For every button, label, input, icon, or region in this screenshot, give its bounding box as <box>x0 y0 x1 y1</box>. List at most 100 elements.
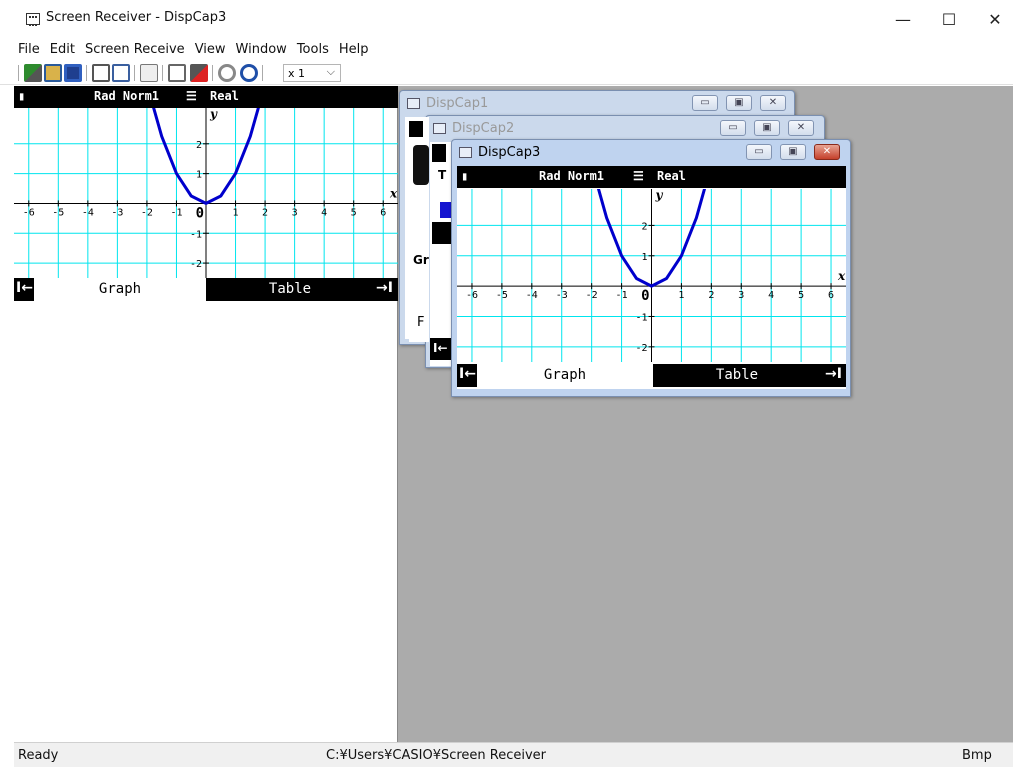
child-maximize-button[interactable]: ▣ <box>726 95 752 111</box>
x-tick-label: -1 <box>616 290 628 301</box>
child-client: ▮ Rad Norm1 ☰ Real -6 -5 -4 -3 -2 -1 1 2 3 4 5 6 -2-… <box>457 166 846 389</box>
copy-icon[interactable] <box>140 64 158 82</box>
window-icon <box>407 98 420 109</box>
tab-table[interactable]: Table <box>206 278 374 301</box>
menu-file[interactable]: File <box>18 42 40 57</box>
graph-area: -6 -5 -4 -3 -2 -1 1 2 3 4 5 6 -2 -1 1 2 0 x y <box>457 166 846 362</box>
child-minimize-button[interactable]: ▭ <box>746 144 772 160</box>
menu-view[interactable]: View <box>195 42 226 57</box>
capture-icon[interactable] <box>168 64 186 82</box>
zoom-select[interactable]: x 1 ⌵ <box>283 64 341 82</box>
child-close-button[interactable]: ✕ <box>814 144 840 160</box>
close-button[interactable]: ✕ <box>972 4 1013 34</box>
x-tick-label: 5 <box>798 290 804 301</box>
calc-mode: Rad Norm1 <box>539 169 605 183</box>
child-window-title: DispCap1 <box>426 96 489 111</box>
toolbar: x 1 ⌵ <box>0 61 1013 85</box>
child-window-dispcap3[interactable]: DispCap3 ▭ ▣ ✕ ▮ Rad Norm1 ☰ Real -6 -5 -4… <box>451 139 851 397</box>
menu-window[interactable]: Window <box>236 42 287 57</box>
calc-mode: Rad Norm1 <box>94 89 160 103</box>
number-mode: Real <box>657 169 686 183</box>
battery-icon <box>432 144 446 162</box>
input-mode-icon: ☰ <box>186 89 197 103</box>
y-axis-label: y <box>655 189 664 202</box>
battery-icon <box>409 121 423 137</box>
child-minimize-button[interactable]: ▭ <box>720 120 746 136</box>
child-close-button[interactable]: ✕ <box>788 120 814 136</box>
x-tick-label: 6 <box>380 207 386 218</box>
x-tick-label: -2 <box>586 290 598 301</box>
dispcap1-content-strip: Gr F <box>409 117 429 342</box>
origin-label: 0 <box>196 205 204 221</box>
x-tick-label: -5 <box>496 290 508 301</box>
menu-tools[interactable]: Tools <box>297 42 329 57</box>
status-format: Bmp <box>962 748 992 763</box>
y-tick-label: 1 <box>196 170 202 181</box>
calc-tab-bar: I← Graph Table →I <box>457 364 846 387</box>
menu-screen-receive[interactable]: Screen Receive <box>85 42 185 57</box>
child-window-title: DispCap3 <box>478 145 541 160</box>
number-mode: Real <box>210 89 239 103</box>
x-tick-label: -5 <box>52 207 64 218</box>
window-icon <box>433 123 446 134</box>
save-icon[interactable] <box>64 64 82 82</box>
child-minimize-button[interactable]: ▭ <box>692 95 718 111</box>
print-icon[interactable] <box>92 64 110 82</box>
zoom-out-icon[interactable] <box>218 64 236 82</box>
status-path: C:¥Users¥CASIO¥Screen Receiver <box>326 748 547 763</box>
x-tick-label: -6 <box>466 290 478 301</box>
tab-left-arrow[interactable]: I← <box>459 366 476 382</box>
y-tick-label: -1 <box>635 312 647 323</box>
y-tick-label: -1 <box>190 229 202 240</box>
partial-text: Gr <box>413 253 429 267</box>
x-tick-label: -2 <box>141 207 153 218</box>
x-tick-label: 3 <box>292 207 298 218</box>
toolbar-grip <box>18 65 19 81</box>
child-close-button[interactable]: ✕ <box>760 95 786 111</box>
stop-capture-icon[interactable] <box>190 64 208 82</box>
tab-left-arrow[interactable]: I← <box>16 280 33 296</box>
y-tick-label: 1 <box>641 252 647 263</box>
tab-graph[interactable]: Graph <box>34 278 206 301</box>
input-mode-icon: ☰ <box>633 169 644 183</box>
tab-table[interactable]: Table <box>653 364 821 387</box>
battery-icon: ▮ <box>18 89 26 103</box>
window-icon <box>459 147 472 158</box>
minimize-button[interactable]: — <box>880 4 926 34</box>
x-axis-label: x <box>837 269 846 283</box>
zoom-in-icon[interactable] <box>240 64 258 82</box>
maximize-button[interactable]: ☐ <box>926 4 972 34</box>
x-tick-label: 1 <box>678 290 684 301</box>
child-maximize-button[interactable]: ▣ <box>780 144 806 160</box>
x-tick-label: 4 <box>321 207 327 218</box>
x-tick-label: 1 <box>233 207 239 218</box>
chevron-down-icon: ⌵ <box>326 65 335 78</box>
menu-bar: File Edit Screen Receive View Window Too… <box>0 38 1013 60</box>
partial-text: F <box>417 315 425 330</box>
calc-status-bar: ▮ Rad Norm1 ☰ Real <box>14 86 398 108</box>
window-title: Screen Receiver - DispCap3 <box>46 10 227 25</box>
graph-area: -6 -5 -4 -3 -2 -1 1 2 3 4 5 6 -2 -1 1 2 0 x y <box>14 83 398 278</box>
partial-text: T <box>438 168 447 182</box>
y-axis-label: y <box>209 108 218 121</box>
tab-right-arrow[interactable]: →I <box>376 280 393 296</box>
dispcap2-content-strip: T I← <box>430 142 452 366</box>
connect-icon[interactable] <box>24 64 42 82</box>
child-window-title: DispCap2 <box>452 121 515 136</box>
battery-icon: ▮ <box>461 169 469 183</box>
x-tick-label: -6 <box>23 207 35 218</box>
title-bar: Screen Receiver - DispCap3 — ☐ ✕ <box>0 0 1013 38</box>
tab-right-arrow[interactable]: →I <box>825 366 842 382</box>
print-preview-icon[interactable] <box>112 64 130 82</box>
calc-tab-bar: I← Graph Table →I <box>14 278 398 301</box>
x-axis-label: x <box>389 186 398 200</box>
child-maximize-button[interactable]: ▣ <box>754 120 780 136</box>
menu-help[interactable]: Help <box>339 42 369 57</box>
y-tick-label: 2 <box>641 221 647 232</box>
function-graph: -6 -5 -4 -3 -2 -1 1 2 3 4 5 6 -2 -1 1 2 0 x y <box>14 83 398 278</box>
tab-graph[interactable]: Graph <box>477 364 653 387</box>
x-tick-label: 5 <box>351 207 357 218</box>
status-bar: Ready C:¥Users¥CASIO¥Screen Receiver Bmp <box>14 742 1013 767</box>
open-icon[interactable] <box>44 64 62 82</box>
menu-edit[interactable]: Edit <box>50 42 75 57</box>
